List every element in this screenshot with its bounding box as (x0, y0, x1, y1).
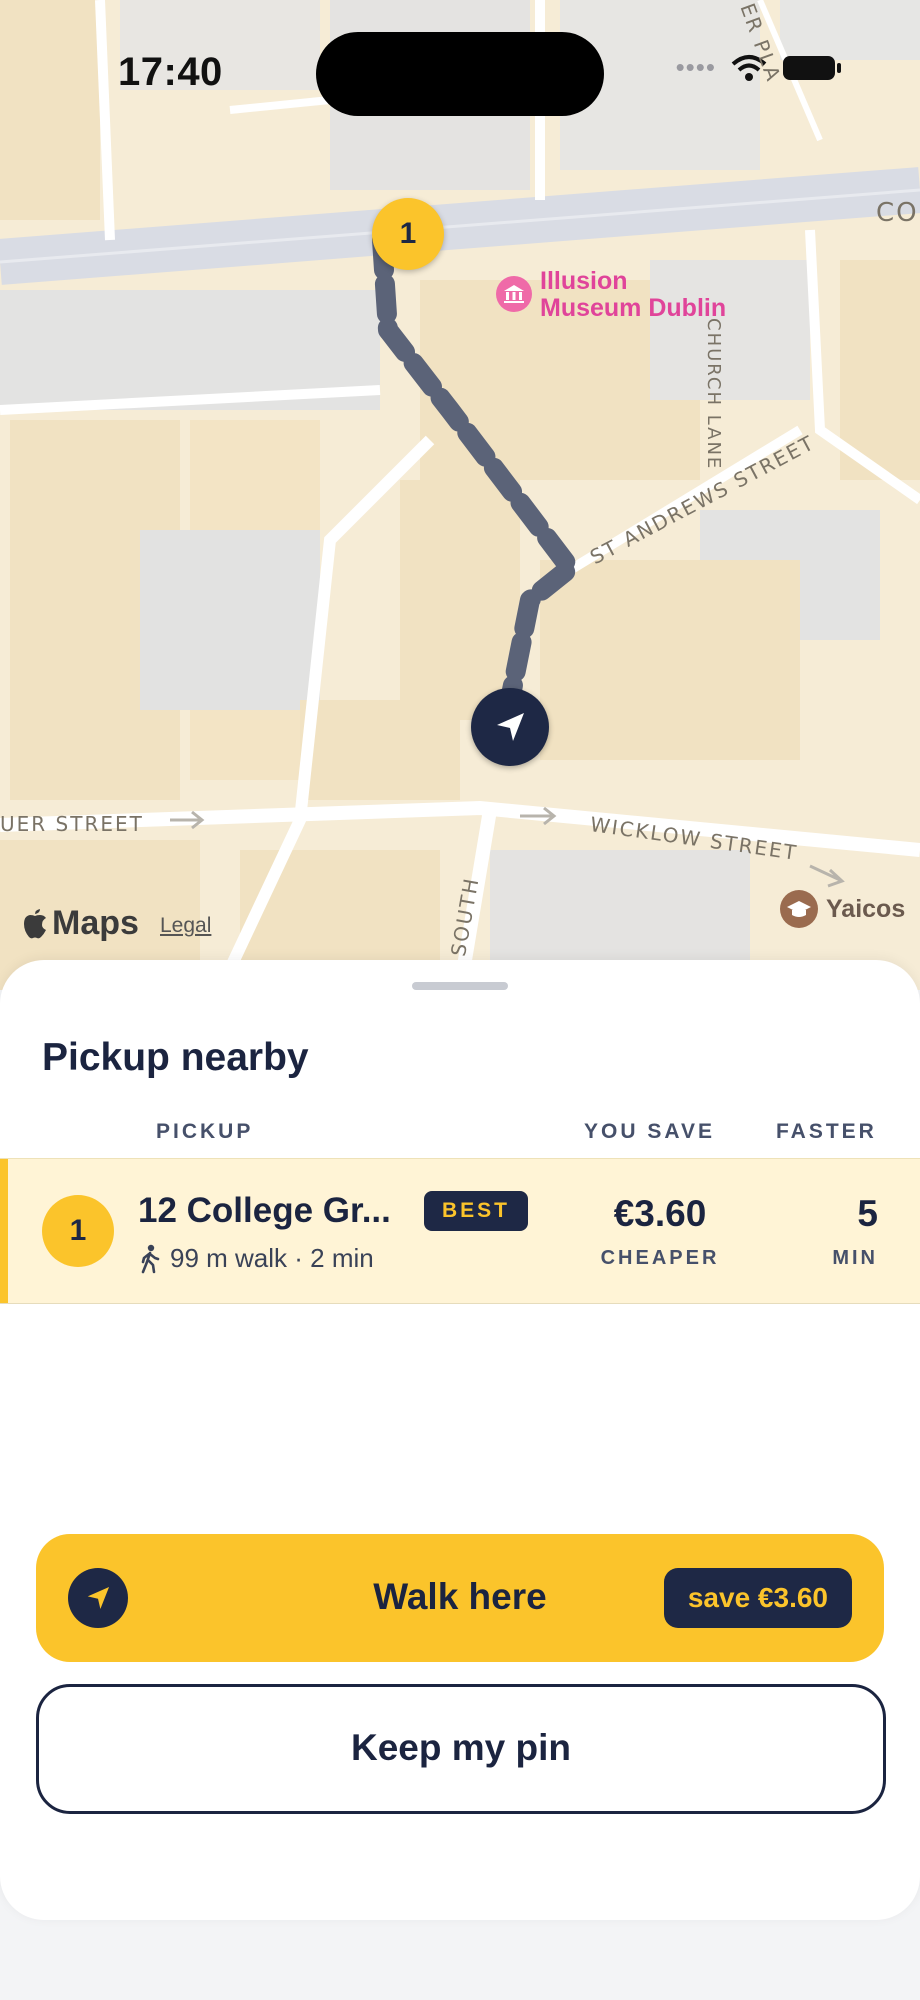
pickup-number-badge: 1 (42, 1195, 114, 1267)
street-label-co: CO (876, 198, 919, 228)
graduation-cap-icon (780, 890, 818, 928)
keep-my-pin-button[interactable]: Keep my pin (36, 1684, 886, 1814)
save-sublabel: CHEAPER (600, 1247, 720, 1269)
dynamic-island (316, 32, 604, 116)
legal-link[interactable]: Legal (160, 914, 211, 938)
pickup-name: 12 College Gr... (138, 1191, 391, 1230)
yaicos-label: Yaicos (826, 894, 906, 923)
street-label-uer: UER STREET (0, 812, 144, 836)
walk-info: 99 m walk · 2 min (138, 1243, 374, 1274)
walk-info-text: 99 m walk · 2 min (170, 1243, 374, 1273)
signal-icon: •••• (675, 52, 716, 82)
museum-poi-label[interactable]: Illusion Museum Dublin (540, 268, 726, 322)
column-header-faster: FASTER (776, 1120, 877, 1143)
battery-icon (783, 55, 841, 80)
column-header-you-save: YOU SAVE (584, 1120, 715, 1143)
keep-my-pin-label: Keep my pin (351, 1727, 571, 1768)
yaicos-poi[interactable]: Yaicos (780, 890, 905, 928)
apple-logo-icon (24, 908, 46, 938)
sheet-grabber[interactable] (412, 982, 508, 990)
faster-value: 5 (857, 1193, 878, 1234)
pickup-sheet: Pickup nearby PICKUP YOU SAVE FASTER 1 1… (0, 960, 920, 1920)
column-header-pickup: PICKUP (156, 1120, 254, 1143)
faster-sublabel: MIN (832, 1247, 878, 1269)
best-badge: BEST (424, 1191, 529, 1231)
museum-poi-icon[interactable] (496, 276, 532, 312)
status-time: 17:40 (118, 50, 223, 94)
apple-maps-attribution[interactable]: Maps (22, 904, 139, 943)
walk-here-button[interactable]: Walk here save €3.60 (36, 1534, 884, 1662)
street-label-church-lane: CHURCH LANE (703, 318, 724, 471)
museum-poi-line2: Museum Dublin (540, 294, 727, 322)
row-accent-bar (0, 1159, 8, 1303)
maps-wordmark: Maps (52, 904, 139, 942)
map-view[interactable]: 17:40 •••• CO CHURCH LANE ST ANDREWS STR… (0, 0, 920, 990)
save-pill: save €3.60 (663, 1568, 852, 1628)
sheet-title: Pickup nearby (42, 1036, 309, 1079)
museum-poi-line1: Illusion (540, 267, 628, 295)
pickup-row[interactable]: 1 12 College Gr... BEST 99 m walk · 2 mi… (0, 1158, 920, 1304)
walking-person-icon (141, 1244, 160, 1273)
current-location-marker[interactable] (471, 688, 549, 766)
pickup-marker[interactable]: 1 (372, 198, 444, 270)
location-arrow-icon (497, 713, 524, 741)
save-value: €3.60 (613, 1193, 707, 1234)
